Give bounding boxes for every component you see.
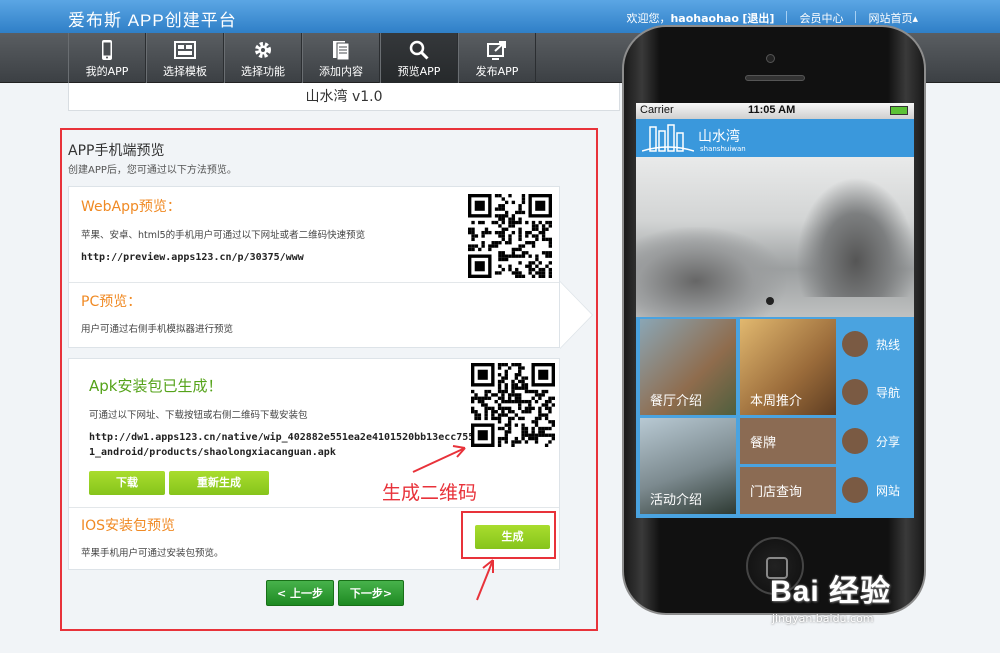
building-logo-icon (642, 124, 694, 152)
side-link-hotline[interactable]: 热线 (840, 325, 912, 365)
prev-step-button[interactable]: < 上一步 (266, 580, 334, 606)
arrow-pointer (560, 282, 592, 348)
annotation-arrows (412, 445, 494, 601)
side-link-website[interactable]: 网站 (840, 471, 912, 511)
speaker (745, 75, 805, 81)
regenerate-button[interactable]: 重新生成 (169, 471, 269, 495)
nav-my-app[interactable]: 我的APP (68, 33, 146, 83)
tile-restaurant-intro[interactable]: 餐厅介绍 (640, 319, 736, 415)
carousel-dot[interactable] (766, 297, 774, 305)
divider (786, 11, 788, 23)
pc-desc: 用户可通过右侧手机模拟器进行预览 (81, 324, 234, 335)
document-icon (333, 41, 350, 61)
banner-image[interactable] (636, 157, 914, 317)
phone-icon (102, 40, 112, 60)
nav-preview-app[interactable]: 预览APP (380, 33, 458, 83)
phone-call-icon (842, 331, 868, 357)
nav-publish-app[interactable]: 发布APP (458, 33, 536, 83)
tile-events[interactable]: 活动介绍 (640, 418, 736, 514)
battery-icon (890, 106, 908, 115)
brand-title: 爱布斯 APP创建平台 (68, 11, 237, 30)
phone-screen: Carrier 11:05 AM 山水湾 shanshuiwan 餐厅介绍 本周… (636, 103, 914, 518)
share-icon (842, 428, 868, 454)
webapp-url[interactable]: http://preview.apps123.cn/p/30375/www (81, 250, 304, 265)
app-name: 山水湾 (698, 129, 740, 145)
user-bar: 欢迎您，haohaohao [退出] 会员中心 网站首页▴ (626, 10, 918, 26)
webapp-desc: 苹果、安卓、html5的手机用户可通过以下网址或者二维码快速预览 (81, 230, 366, 241)
apk-heading: Apk安装包已生成！ (89, 377, 223, 395)
template-icon (174, 41, 196, 59)
tile-store-search[interactable]: 门店查询 (740, 467, 836, 514)
carrier-text: Carrier (640, 104, 674, 116)
pc-heading: PC预览： (81, 294, 142, 310)
app-title: 山水湾 v1.0 (68, 83, 620, 111)
welcome-text: 欢迎您，haohaohao [退出] (626, 12, 775, 25)
ios-desc: 苹果手机用户可通过安装包预览。 (81, 548, 224, 559)
divider (855, 11, 857, 23)
download-button[interactable]: 下载 (89, 471, 165, 495)
webapp-heading: WebApp预览： (81, 199, 181, 215)
camera (766, 54, 775, 63)
nav-select-template[interactable]: 选择模板 (146, 33, 224, 83)
link-icon (842, 477, 868, 503)
publish-icon (487, 41, 506, 60)
annotation-text: 生成二维码 (382, 482, 478, 504)
gear-icon (255, 42, 271, 58)
side-link-navigation[interactable]: 导航 (840, 373, 912, 413)
nav-select-function[interactable]: 选择功能 (224, 33, 302, 83)
baidu-watermark: Bai 经验 (770, 575, 892, 608)
tile-menu[interactable]: 餐牌 (740, 418, 836, 464)
side-link-share[interactable]: 分享 (840, 422, 912, 462)
section-title: APP手机端预览 (68, 143, 165, 159)
watermark-url: jingyan.baidu.com (772, 612, 874, 625)
username: haohaohao (670, 12, 739, 25)
location-icon (842, 379, 868, 405)
app-header: 山水湾 shanshuiwan (636, 119, 914, 157)
divider (69, 282, 559, 283)
section-subtitle: 创建APP后，您可通过以下方法预览。 (68, 165, 237, 176)
tile-weekly-recommend[interactable]: 本周推介 (740, 319, 836, 415)
ios-heading: IOS安装包预览 (81, 518, 176, 534)
app-subname: shanshuiwan (700, 145, 746, 153)
search-icon (409, 40, 429, 60)
site-home-link[interactable]: 网站首页▴ (868, 10, 918, 26)
clock-text: 11:05 AM (748, 104, 796, 116)
member-center-link[interactable]: 会员中心 (799, 10, 843, 26)
logout-link[interactable]: [退出] (742, 12, 774, 25)
next-step-button[interactable]: 下一步> (338, 580, 404, 606)
nav-add-content[interactable]: 添加内容 (302, 33, 380, 83)
apk-desc: 可通过以下网址、下载按钮或右侧二维码下载安装包 (89, 410, 308, 421)
webapp-qr-code (468, 194, 552, 278)
status-bar: Carrier 11:05 AM (636, 103, 914, 119)
